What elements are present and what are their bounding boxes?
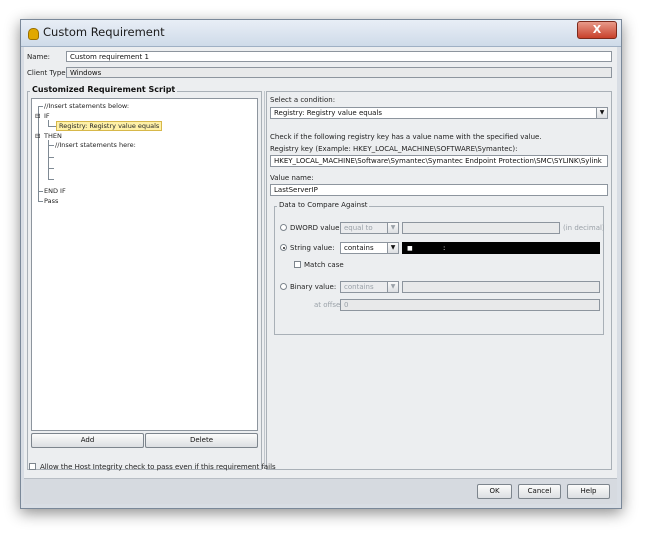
tree-item-insert-here[interactable]: //Insert statements here: [55,141,136,149]
tree-item-then[interactable]: THEN [44,132,62,140]
name-field[interactable]: Custom requirement 1 [66,51,612,62]
check-instructions: Check if the following registry key has … [270,133,542,141]
binary-label: Binary value: [290,283,337,291]
help-button[interactable]: Help [567,484,610,499]
client-type-label: Client Type: [27,69,68,77]
value-name-label: Value name: [270,174,314,182]
tree-connector [48,126,56,127]
tree-connector [38,106,39,202]
tree-connector [38,106,43,107]
chevron-down-icon: ▼ [387,243,398,253]
registry-key-label: Registry key (Example: HKEY_LOCAL_MACHIN… [270,145,518,153]
tree-connector [48,140,49,180]
window-title: Custom Requirement [43,25,165,39]
tree-item-insert-below[interactable]: //Insert statements below: [44,102,129,110]
cancel-button[interactable]: Cancel [518,484,561,499]
match-case-label: Match case [304,261,344,269]
string-operator-select[interactable]: contains ▼ [340,242,399,254]
tree-item-pass[interactable]: Pass [44,197,58,205]
tree-item-if[interactable]: IF [44,112,50,120]
string-value-field-redacted[interactable]: ■ : [402,242,600,254]
script-groupbox-title: Customized Requirement Script [30,85,178,94]
custom-requirement-dialog: Custom Requirement X Name: Custom requir… [20,19,622,509]
tree-expander-then[interactable]: ⊟ [35,132,40,140]
dialog-content: Name: Custom requirement 1 Client Type: … [24,47,617,504]
string-radio[interactable] [280,244,287,251]
allow-pass-label: Allow the Host Integrity check to pass e… [40,463,276,471]
chevron-down-icon: ▼ [387,223,398,233]
tree-connector [48,145,54,146]
title-bar[interactable]: Custom Requirement X [21,20,621,47]
binary-value-field [402,281,600,293]
value-name-field[interactable]: LastServerIP [270,184,608,196]
registry-key-field[interactable]: HKEY_LOCAL_MACHINE\Software\Symantec\Sym… [270,155,608,167]
button-bar: OK Cancel Help [24,478,617,504]
binary-operator-value: contains [344,283,374,291]
dword-operator-select[interactable]: equal to ▼ [340,222,399,234]
ok-button[interactable]: OK [477,484,512,499]
tree-connector [48,168,54,169]
tree-item-condition[interactable]: Registry: Registry value equals [56,121,163,131]
splitter[interactable] [264,91,265,469]
allow-pass-checkbox[interactable] [29,463,36,470]
string-operator-value: contains [344,244,374,252]
dword-value-field [402,222,560,234]
chevron-down-icon: ▼ [387,282,398,292]
tree-connector [48,179,54,180]
delete-button[interactable]: Delete [145,433,258,448]
binary-radio[interactable] [280,283,287,290]
tree-connector [38,201,43,202]
dword-label: DWORD value: [290,224,342,232]
name-label: Name: [27,53,51,61]
match-case-checkbox[interactable] [294,261,301,268]
tree-connector [38,191,43,192]
condition-select[interactable]: Registry: Registry value equals ▼ [270,107,608,119]
add-button[interactable]: Add [31,433,144,448]
binary-operator-select[interactable]: contains ▼ [340,281,399,293]
tree-item-end-if[interactable]: END IF [44,187,66,195]
client-type-field: Windows [66,67,612,78]
condition-select-value: Registry: Registry value equals [274,109,383,117]
close-button[interactable]: X [577,21,617,39]
dword-radio[interactable] [280,224,287,231]
dword-operator-value: equal to [344,224,373,232]
offset-field: 0 [340,299,600,311]
chevron-down-icon: ▼ [596,108,607,118]
compare-groupbox-title: Data to Compare Against [277,201,370,209]
tree-expander-if[interactable]: ⊟ [35,112,40,120]
tree-connector [48,157,54,158]
select-condition-label: Select a condition: [270,96,336,104]
shield-icon [28,28,39,40]
dword-unit-label: (in decimal) [563,224,605,232]
string-label: String value: [290,244,335,252]
script-tree[interactable]: //Insert statements below: ⊟ IF Registry… [31,98,258,431]
